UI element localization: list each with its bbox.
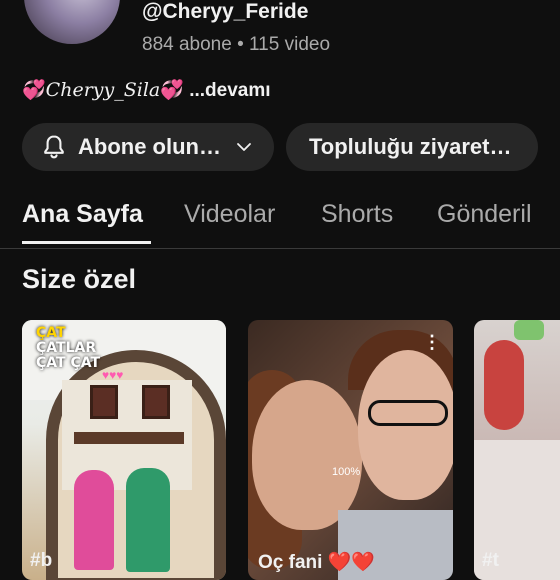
thumbnail-window <box>90 385 118 419</box>
description-name: Cheryy_Sila <box>45 79 161 101</box>
channel-tabs: Ana Sayfa Videolar Shorts Gönderil <box>0 196 560 249</box>
short-card[interactable] <box>474 320 560 580</box>
bell-icon <box>44 135 64 159</box>
channel-stats: 884 abone • 115 video <box>142 34 331 55</box>
active-tab-indicator <box>22 241 151 244</box>
visit-community-button[interactable]: Topluluğu ziyaret… <box>286 123 538 171</box>
channel-description[interactable]: 💞Cheryy_Sila💞 ...devamı <box>22 78 271 102</box>
thumbnail-person-pink <box>74 470 114 570</box>
thumbnail-glasses <box>368 400 448 426</box>
thumbnail-person-green <box>126 468 170 572</box>
tab-shorts[interactable]: Shorts <box>321 200 393 229</box>
description-more-link[interactable]: ...devamı <box>184 80 270 101</box>
heart-emoji-icon: ♥♥♥ <box>102 368 124 382</box>
thumbnail-figure <box>484 340 524 430</box>
section-title: Size özel <box>22 264 137 294</box>
thumbnail-balcony <box>74 432 184 444</box>
thumbnail-overlay-text: ÇAT ÇATLAR ÇAT ÇAT <box>36 325 101 371</box>
thumbnail-toy <box>514 320 544 340</box>
thumbnail-window <box>142 385 170 419</box>
short-caption: #t <box>482 550 499 571</box>
tab-home[interactable]: Ana Sayfa <box>22 200 143 229</box>
short-caption: #b <box>30 550 53 571</box>
more-options-icon[interactable]: ⋮ <box>423 332 441 353</box>
channel-handle: @Cheryy_Feride <box>142 0 309 23</box>
channel-avatar[interactable] <box>24 0 120 44</box>
chevron-down-icon <box>237 143 251 151</box>
subscribe-button[interactable]: Abone olun… <box>22 123 274 171</box>
subscribe-label: Abone olun… <box>78 134 221 159</box>
short-card[interactable]: ⋮ 100% <box>248 320 453 580</box>
thumbnail-battery-text: 100% <box>332 466 361 478</box>
heart-emoji-icon: 💞 <box>160 80 184 101</box>
tab-posts[interactable]: Gönderil <box>437 200 532 229</box>
heart-emoji-icon: 💞 <box>22 80 46 101</box>
thumbnail-face <box>252 380 362 530</box>
short-card[interactable]: ÇAT ÇATLAR ÇAT ÇAT ♥♥♥ <box>22 320 226 580</box>
short-caption: Oç fani ❤️❤️ <box>258 552 375 573</box>
tab-videos[interactable]: Videolar <box>184 200 275 229</box>
community-label: Topluluğu ziyaret… <box>309 134 512 159</box>
